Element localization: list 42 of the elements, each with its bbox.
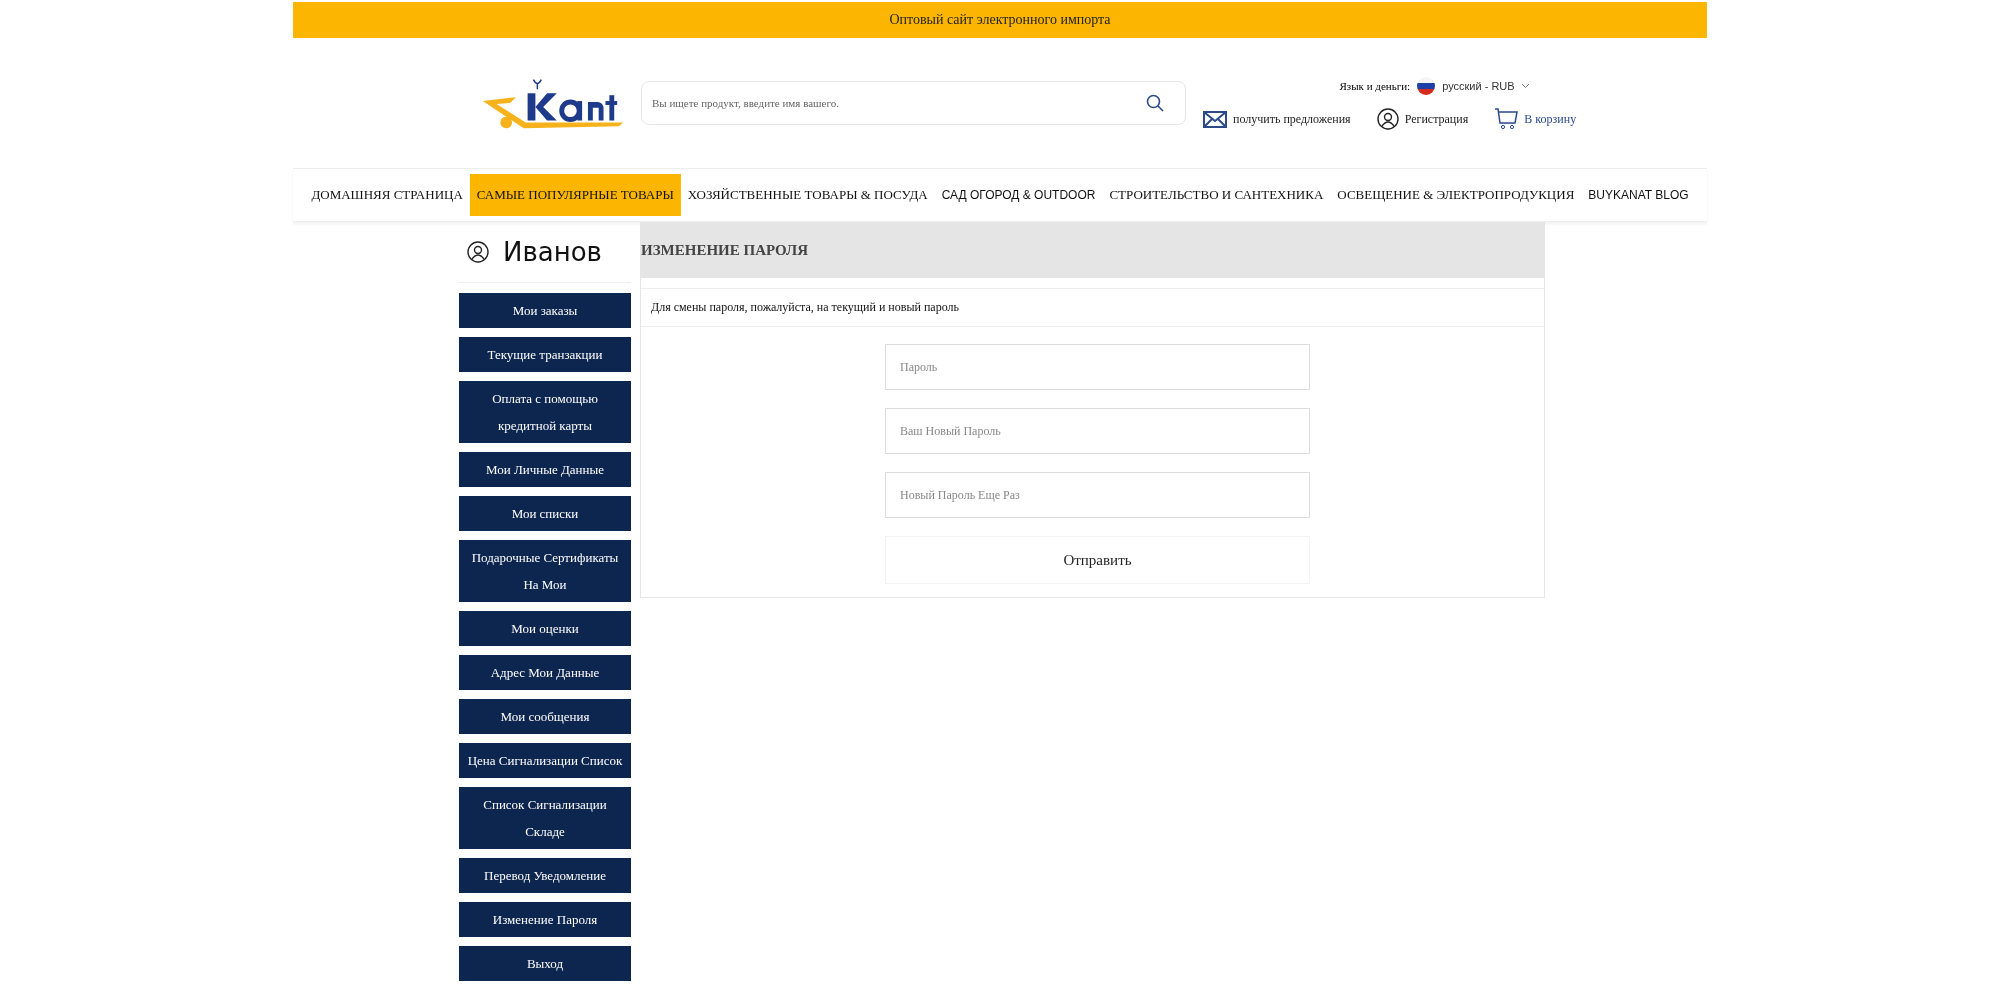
user-icon xyxy=(467,241,489,263)
sidebar-item[interactable]: Подарочные Сертификаты На Мои xyxy=(459,540,631,602)
search-field[interactable]: Вы ищете продукт, введите имя вашего. xyxy=(641,81,1186,125)
password-field[interactable]: Новый Пароль Еще Раз xyxy=(885,472,1310,518)
password-field[interactable]: Пароль xyxy=(885,344,1310,390)
user-icon xyxy=(1376,108,1399,130)
sidebar-item[interactable]: Мои Личные Данные xyxy=(459,452,631,487)
sidebar-item[interactable]: Мои списки xyxy=(459,496,631,531)
sidebar-item[interactable]: Изменение Пароля xyxy=(459,902,631,937)
nav-tab[interactable]: САД ОГОРОД & OUTDOOR xyxy=(934,174,1103,216)
chevron-down-icon[interactable] xyxy=(1520,83,1530,89)
sidebar-item[interactable]: Мои сообщения xyxy=(459,699,631,734)
nav-tab[interactable]: САМЫЕ ПОПУЛЯРНЫЕ ТОВАРЫ xyxy=(469,174,681,216)
nav-tab[interactable]: ОСВЕЩЕНИЕ & ЭЛЕКТРОПРОДУКЦИЯ xyxy=(1330,174,1582,216)
nav-tab[interactable]: СТРОИТЕЛЬСТВО И САНТЕХНИКА xyxy=(1102,174,1331,216)
sidebar-item[interactable]: Оплата с помощью кредитной карты xyxy=(459,381,631,443)
panel-description: Для смены пароля, пожалуйста, на текущий и новый пароль xyxy=(641,288,1544,327)
sidebar-item[interactable]: Цена Сигнализации Список xyxy=(459,743,631,778)
sidebar-item[interactable]: Перевод Уведомление xyxy=(459,858,631,893)
top-banner: Оптовый сайт электронного импорта xyxy=(293,2,1707,38)
offers-link[interactable]: получить предложения xyxy=(1203,110,1351,128)
cart-link[interactable]: В корзину xyxy=(1494,108,1577,130)
sidebar-item[interactable]: Мои заказы xyxy=(459,293,631,328)
submit-button[interactable]: Отправить xyxy=(885,536,1310,584)
flag-icon xyxy=(1416,76,1437,96)
sidebar-item[interactable]: Мои оценки xyxy=(459,611,631,646)
panel-title: ИЗМЕНЕНИЕ ПАРОЛЯ xyxy=(641,223,1544,278)
cart-icon xyxy=(1494,108,1519,130)
nav-tab[interactable]: ДОМАШНЯЯ СТРАНИЦА xyxy=(304,174,470,216)
nav-tab[interactable]: ХОЗЯЙСТВЕННЫЕ ТОВАРЫ & ПОСУДА xyxy=(680,174,935,216)
sidebar-item[interactable]: Список Сигнализации Складе xyxy=(459,787,631,849)
language-selector[interactable]: русский - RUB xyxy=(1442,80,1515,92)
language-label: Язык и деньги: xyxy=(1339,80,1411,92)
nav-tab[interactable]: BUYKANAT BLOG xyxy=(1581,174,1696,216)
register-link[interactable]: Регистрация xyxy=(1376,108,1469,130)
sidebar-item[interactable]: Выход xyxy=(459,946,631,981)
search-icon[interactable] xyxy=(1146,94,1164,112)
envelope-icon xyxy=(1203,110,1227,128)
sidebar-item[interactable]: Адрес Мои Данные xyxy=(459,655,631,690)
user-name: Иванов xyxy=(503,237,602,267)
sidebar-item[interactable]: Текущие транзакции xyxy=(459,337,631,372)
password-field[interactable]: Ваш Новый Пароль xyxy=(885,408,1310,454)
